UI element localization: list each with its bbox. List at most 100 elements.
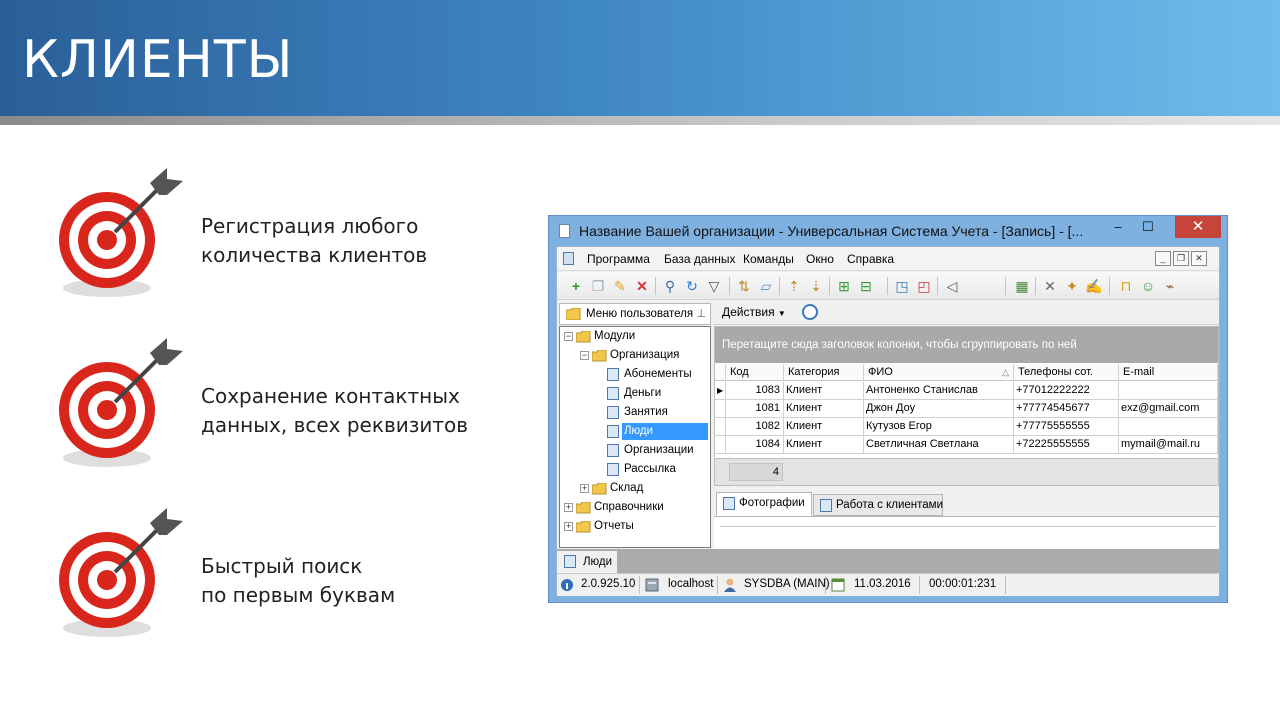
cell-email[interactable]: exz@gmail.com	[1119, 400, 1218, 418]
cell-name[interactable]: Светличная Светлана	[864, 436, 1014, 454]
speaker-icon[interactable]: ◁	[943, 277, 961, 295]
tree-down-icon[interactable]: ⇣	[807, 277, 825, 295]
column-header-code[interactable]: Код	[726, 364, 784, 381]
cell-phone[interactable]: +77775555555	[1014, 418, 1119, 436]
mdi-minimize-button[interactable]: _	[1155, 251, 1171, 266]
column-header-name[interactable]: ФИО △	[864, 364, 1014, 381]
cell-category[interactable]: Клиент	[784, 400, 864, 418]
tab-client-work[interactable]: Работа с клиентами	[813, 494, 943, 516]
title-banner: КЛИЕНТЫ	[0, 0, 1280, 116]
column-header-category[interactable]: Категория	[784, 364, 864, 381]
cell-email[interactable]: mymail@mail.ru	[1119, 436, 1218, 454]
cell-name[interactable]: Антоненко Станислав	[864, 382, 1014, 400]
document-icon[interactable]	[563, 252, 574, 265]
close-button[interactable]: ✕	[1175, 216, 1221, 238]
document-icon	[607, 387, 619, 400]
edit-icon[interactable]: ✎	[611, 277, 629, 295]
tab-photos[interactable]: Фотографии	[716, 492, 812, 516]
menu-commands[interactable]: Команды	[743, 252, 794, 266]
user-menu-header[interactable]: Меню пользователя ⊥	[559, 303, 711, 325]
tree-up-icon[interactable]: ⇡	[785, 277, 803, 295]
slide-title: КЛИЕНТЫ	[22, 30, 294, 90]
tree-node-money[interactable]: Деньги	[624, 385, 661, 402]
status-server: localhost	[668, 578, 714, 590]
actions-dropdown[interactable]: Действия ▼	[722, 305, 786, 319]
cell-code[interactable]: 1084	[726, 436, 784, 454]
menu-program[interactable]: Программа	[587, 252, 650, 266]
minimize-button[interactable]: –	[1103, 216, 1133, 238]
collapse-toggle[interactable]: −	[580, 351, 589, 360]
menu-help[interactable]: Справка	[847, 252, 894, 266]
mdi-close-button[interactable]: ✕	[1191, 251, 1207, 266]
calendar-icon	[831, 578, 845, 592]
cell-phone[interactable]: +72225555555	[1014, 436, 1119, 454]
tree-node-references[interactable]: Справочники	[594, 499, 664, 516]
window-tab-people[interactable]: Люди	[557, 551, 617, 573]
mdi-restore-button[interactable]: ❐	[1173, 251, 1189, 266]
new-window-icon[interactable]: ◳	[893, 277, 911, 295]
expand-toggle[interactable]: +	[580, 484, 589, 493]
tree-node-lessons[interactable]: Занятия	[624, 404, 668, 421]
server-icon	[645, 578, 659, 592]
tree-node-subscriptions[interactable]: Абонементы	[624, 366, 692, 383]
cell-code[interactable]: 1081	[726, 400, 784, 418]
expand-toggle[interactable]: +	[564, 522, 573, 531]
add-icon[interactable]: +	[567, 277, 585, 295]
comment-icon[interactable]: ▱	[757, 277, 775, 295]
window-titlebar[interactable]: Название Вашей организации - Универсальн…	[549, 216, 1227, 246]
cell-email[interactable]	[1119, 382, 1218, 400]
cell-category[interactable]: Клиент	[784, 436, 864, 454]
menu-database[interactable]: База данных	[664, 252, 735, 266]
records-grid: Перетащите сюда заголовок колонки, чтобы…	[714, 326, 1219, 486]
menu-window[interactable]: Окно	[806, 252, 834, 266]
refresh-icon[interactable]: ↻	[683, 277, 701, 295]
column-header-name-label: ФИО	[868, 366, 893, 378]
pin-icon[interactable]: ⊥	[696, 304, 706, 324]
cell-code[interactable]: 1082	[726, 418, 784, 436]
users-icon[interactable]: ☺	[1139, 277, 1157, 295]
import-icon[interactable]: ⊟	[857, 277, 875, 295]
filter-icon[interactable]: ▽	[705, 277, 723, 295]
cell-phone[interactable]: +77012222222	[1014, 382, 1119, 400]
folder-icon	[592, 483, 607, 495]
plug-icon[interactable]: ⌁	[1161, 277, 1179, 295]
tree-node-organizations[interactable]: Организации	[624, 442, 694, 459]
cell-email[interactable]	[1119, 418, 1218, 436]
column-header-email[interactable]: E-mail	[1119, 364, 1218, 381]
export-icon[interactable]: ⊞	[835, 277, 853, 295]
cell-name[interactable]: Кутузов Егор	[864, 418, 1014, 436]
tree-node-mailing[interactable]: Рассылка	[624, 461, 676, 478]
feature-item: Быстрый поиск по первым буквам	[55, 505, 495, 645]
cell-category[interactable]: Клиент	[784, 418, 864, 436]
cell-code[interactable]: 1083	[726, 382, 784, 400]
tree-node-warehouse[interactable]: Склад	[610, 480, 643, 497]
tree-node-people[interactable]: Люди	[622, 423, 708, 440]
magic-icon[interactable]: ✦	[1063, 277, 1081, 295]
feature-text-line: данных, всех реквизитов	[201, 413, 469, 437]
tree-node-modules[interactable]: Модули	[594, 328, 635, 345]
column-header-phone[interactable]: Телефоны сот.	[1014, 364, 1119, 381]
tools-icon[interactable]: ✕	[1041, 277, 1059, 295]
maximize-button[interactable]: ☐	[1133, 216, 1163, 238]
delete-icon[interactable]: ✕	[633, 277, 651, 295]
cell-category[interactable]: Клиент	[784, 382, 864, 400]
window-tabs-strip: Люди	[557, 549, 1219, 573]
sort-icon[interactable]: ⇅	[735, 277, 753, 295]
calendar-icon[interactable]: ▦	[1013, 277, 1031, 295]
clock-icon[interactable]	[802, 304, 818, 320]
tree-node-organization[interactable]: Организация	[610, 347, 679, 364]
lock-icon[interactable]: ⊓	[1117, 277, 1135, 295]
expand-toggle[interactable]: +	[564, 503, 573, 512]
edit-doc-icon[interactable]: ✍	[1085, 277, 1103, 295]
cell-name[interactable]: Джон Доу	[864, 400, 1014, 418]
tree-node-reports[interactable]: Отчеты	[594, 518, 634, 535]
folder-open-icon	[576, 331, 591, 343]
search-icon[interactable]: ⚲	[661, 277, 679, 295]
target-icon	[59, 508, 183, 637]
copy-icon[interactable]: ❐	[589, 277, 607, 295]
group-by-area[interactable]: Перетащите сюда заголовок колонки, чтобы…	[715, 327, 1218, 363]
cell-phone[interactable]: +77774545677	[1014, 400, 1119, 418]
document-icon	[607, 368, 619, 381]
close-window-icon[interactable]: ◰	[915, 277, 933, 295]
collapse-toggle[interactable]: −	[564, 332, 573, 341]
